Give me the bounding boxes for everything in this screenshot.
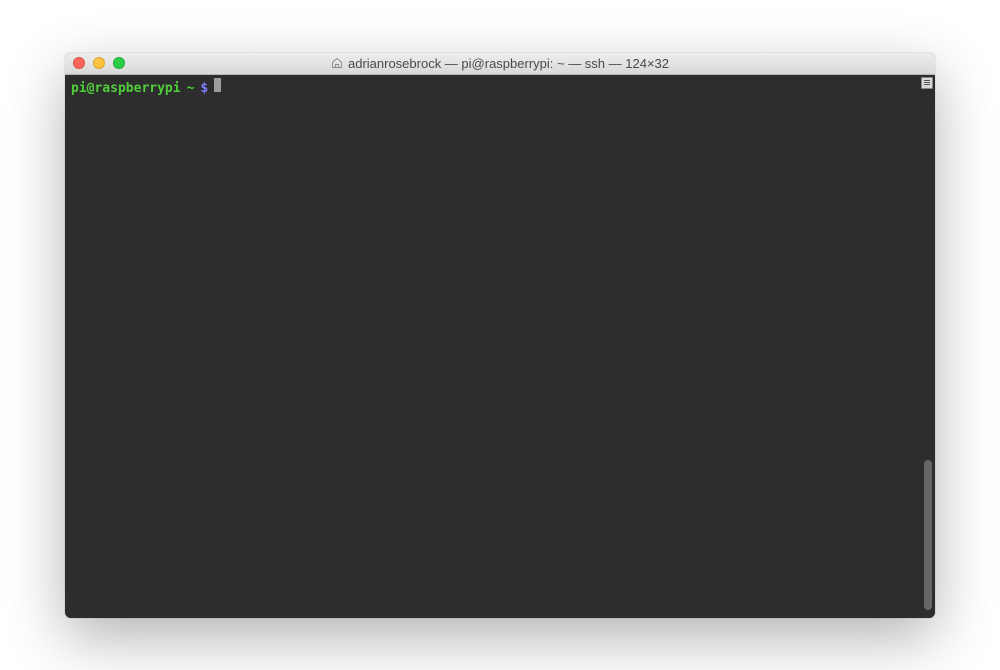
traffic-lights [65, 57, 125, 69]
scrollbar-track[interactable] [920, 75, 935, 618]
minimize-button[interactable] [93, 57, 105, 69]
home-icon [331, 57, 343, 69]
scroll-menu-button[interactable] [921, 77, 933, 89]
prompt-user-host: pi@raspberrypi [71, 81, 181, 97]
window-title-content: adrianrosebrock — pi@raspberrypi: ~ — ss… [331, 56, 669, 71]
window-title: adrianrosebrock — pi@raspberrypi: ~ — ss… [348, 56, 669, 71]
terminal-body[interactable]: pi@raspberrypi ~ $ [65, 75, 935, 618]
cursor [214, 78, 221, 92]
scrollbar-thumb[interactable] [924, 460, 932, 610]
terminal-content[interactable]: pi@raspberrypi ~ $ [65, 75, 935, 100]
prompt-symbol: $ [200, 81, 208, 97]
prompt-line: pi@raspberrypi ~ $ [71, 78, 929, 97]
terminal-window: adrianrosebrock — pi@raspberrypi: ~ — ss… [65, 53, 935, 618]
titlebar[interactable]: adrianrosebrock — pi@raspberrypi: ~ — ss… [65, 53, 935, 75]
prompt-path: ~ [187, 81, 195, 97]
zoom-button[interactable] [113, 57, 125, 69]
close-button[interactable] [73, 57, 85, 69]
